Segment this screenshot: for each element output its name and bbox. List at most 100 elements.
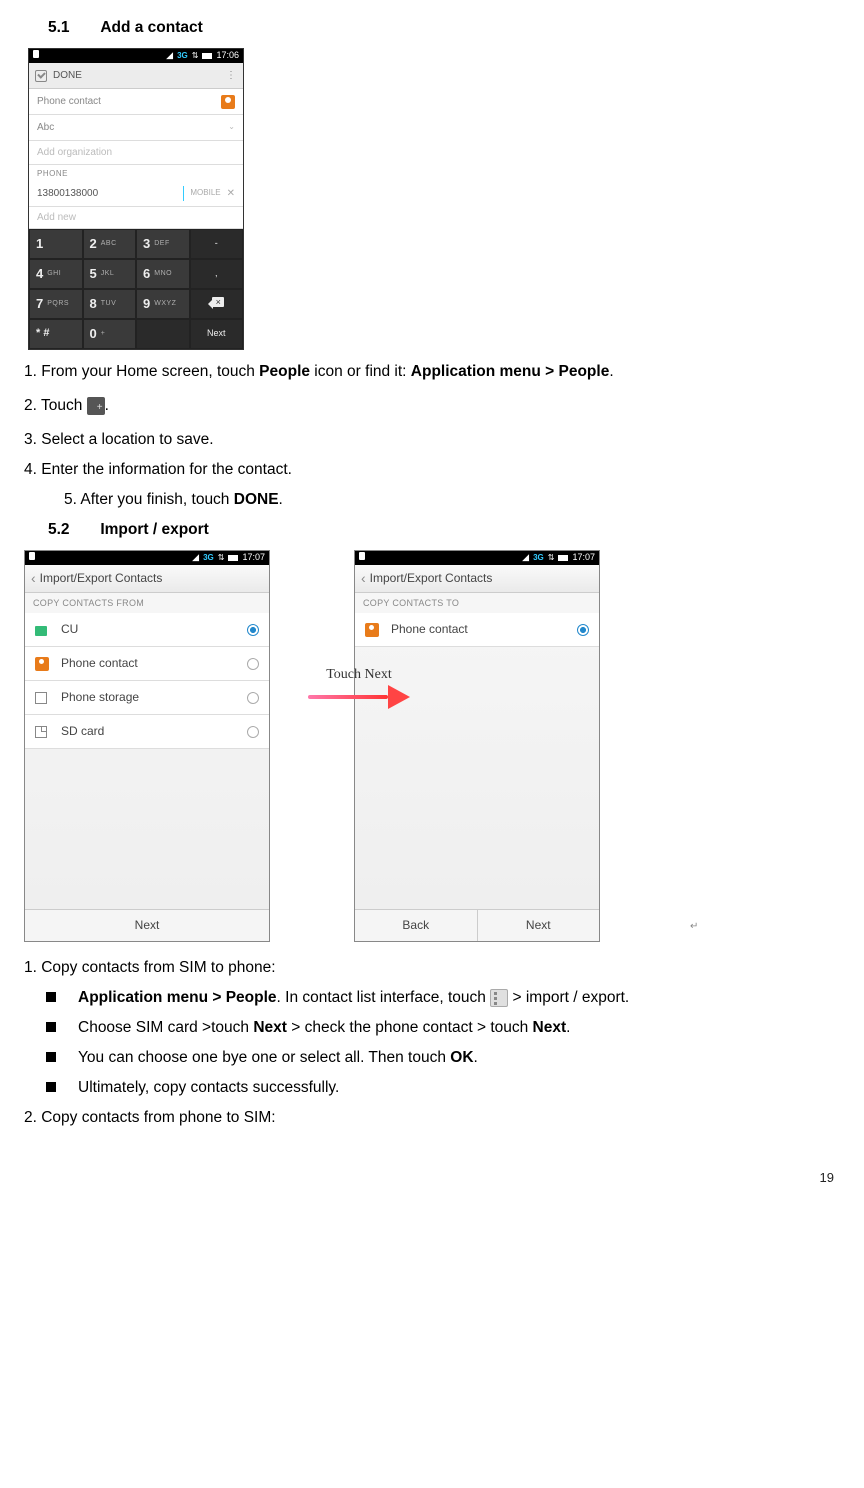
keypad-star-hash[interactable]: * # [29, 319, 83, 349]
keypad-dash[interactable]: - [190, 229, 244, 259]
phone-type-label[interactable]: MOBILE [190, 187, 220, 199]
bullet-item: Application menu > People. In contact li… [24, 986, 840, 1010]
bullet-square-icon [46, 992, 56, 1002]
add-org-label: Add organization [37, 145, 112, 161]
done-label: DONE [53, 68, 82, 84]
menu-icon [490, 989, 508, 1007]
section-number: 5.1 [48, 16, 96, 40]
touch-next-arrow: Touch Next [308, 664, 410, 704]
arrow-icon [308, 690, 410, 704]
empty-space [25, 749, 269, 909]
section-5-2-heading: 5.2 Import / export [48, 518, 840, 542]
back-button[interactable]: Back [355, 910, 477, 941]
keypad-8[interactable]: 8TUV [83, 289, 137, 319]
check-icon [35, 70, 47, 82]
step-2: 2. Copy contacts from phone to SIM: [24, 1106, 840, 1130]
screenshot-import-to: ◢ 3G ⇅ 17:07 ‹ Import/Export Contacts CO… [354, 550, 600, 942]
done-bar[interactable]: DONE ⋮ [29, 63, 243, 89]
next-button[interactable]: Next [478, 910, 600, 941]
next-button[interactable]: Next [25, 910, 269, 941]
signal-icon: ◢ [192, 551, 199, 565]
network-indicator: 3G [177, 50, 188, 62]
chevron-down-icon[interactable]: ⌄ [228, 121, 235, 133]
bullet-square-icon [46, 1082, 56, 1092]
keypad-1[interactable]: 1 [29, 229, 83, 259]
source-phone-storage[interactable]: Phone storage [25, 681, 269, 715]
person-icon [365, 623, 379, 637]
section-number: 5.2 [48, 518, 96, 542]
battery-icon [202, 53, 212, 59]
network-indicator: 3G [533, 552, 544, 564]
keypad-next[interactable]: Next [190, 319, 244, 349]
sd-card-icon [35, 726, 47, 738]
keypad: 1 2ABC 3DEF - 4GHI 5JKL 6MNO , 7PQRS 8TU… [29, 229, 243, 349]
instructions-5-1: 1. From your Home screen, touch People i… [24, 360, 840, 512]
name-input-row[interactable]: Abc ⌄ [29, 115, 243, 141]
contact-type-label: Phone contact [37, 94, 101, 110]
screenshot-import-from: ◢ 3G ⇅ 17:07 ‹ Import/Export Contacts CO… [24, 550, 270, 942]
source-label: Phone storage [61, 688, 139, 707]
copy-to-label: COPY CONTACTS TO [355, 593, 599, 613]
data-arrows-icon: ⇅ [218, 552, 225, 564]
status-bar: ◢ 3G ⇅ 17:07 [355, 551, 599, 565]
bullet-square-icon [46, 1022, 56, 1032]
section-title: Add a contact [100, 16, 202, 40]
dest-label: Phone contact [391, 620, 468, 639]
copy-from-label: COPY CONTACTS FROM [25, 593, 269, 613]
keypad-5[interactable]: 5JKL [83, 259, 137, 289]
bullet-square-icon [46, 1052, 56, 1062]
keypad-backspace[interactable] [190, 289, 244, 319]
status-time: 17:06 [216, 49, 239, 63]
keypad-9[interactable]: 9WXYZ [136, 289, 190, 319]
signal-icon: ◢ [522, 551, 529, 565]
screen-title-bar[interactable]: ‹ Import/Export Contacts [355, 565, 599, 593]
dest-phone-contact[interactable]: Phone contact [355, 613, 599, 647]
radio-checked-icon[interactable] [577, 624, 589, 636]
keypad-7[interactable]: 7PQRS [29, 289, 83, 319]
storage-icon [35, 692, 47, 704]
source-phone-contact[interactable]: Phone contact [25, 647, 269, 681]
add-organization-row[interactable]: Add organization [29, 141, 243, 165]
clear-icon[interactable]: ✕ [227, 186, 235, 202]
source-label: SD card [61, 722, 104, 741]
radio-unchecked-icon[interactable] [247, 658, 259, 670]
add-contact-icon [87, 397, 105, 415]
keypad-6[interactable]: 6MNO [136, 259, 190, 289]
keypad-0[interactable]: 0+ [83, 319, 137, 349]
source-label: CU [61, 620, 78, 639]
contact-type-row[interactable]: Phone contact [29, 89, 243, 115]
paragraph-mark: ↵ [690, 919, 698, 935]
step-3: 3. Select a location to save. [24, 428, 840, 452]
bottom-bar: Back Next [355, 909, 599, 941]
backspace-icon [208, 299, 224, 309]
keypad-3[interactable]: 3DEF [136, 229, 190, 259]
phone-section-label: PHONE [29, 165, 243, 181]
add-new-row[interactable]: Add new [29, 207, 243, 229]
bullet-item: Ultimately, copy contacts successfully. [24, 1076, 840, 1100]
keypad-4[interactable]: 4GHI [29, 259, 83, 289]
keypad-comma[interactable]: , [190, 259, 244, 289]
back-chevron-icon[interactable]: ‹ [361, 568, 366, 590]
step-1: 1. From your Home screen, touch People i… [24, 360, 840, 384]
screen-title-bar[interactable]: ‹ Import/Export Contacts [25, 565, 269, 593]
data-arrows-icon: ⇅ [192, 50, 199, 62]
source-label: Phone contact [61, 654, 138, 673]
back-chevron-icon[interactable]: ‹ [31, 568, 36, 590]
radio-checked-icon[interactable] [247, 624, 259, 636]
source-cu[interactable]: CU [25, 613, 269, 647]
keypad-2[interactable]: 2ABC [83, 229, 137, 259]
bottom-bar: Next [25, 909, 269, 941]
arrow-label: Touch Next [308, 664, 410, 686]
radio-unchecked-icon[interactable] [247, 726, 259, 738]
overflow-menu-icon[interactable]: ⋮ [226, 68, 237, 84]
radio-unchecked-icon[interactable] [247, 692, 259, 704]
screen-title: Import/Export Contacts [370, 569, 493, 588]
status-time: 17:07 [572, 551, 595, 565]
signal-icon: ◢ [166, 49, 173, 63]
source-sd-card[interactable]: SD card [25, 715, 269, 749]
phone-number-row[interactable]: 13800138000 MOBILE ✕ [29, 181, 243, 207]
step-4: 4. Enter the information for the contact… [24, 458, 840, 482]
screenshots-5-2: ◢ 3G ⇅ 17:07 ‹ Import/Export Contacts CO… [24, 550, 704, 942]
sim-signal-icon [359, 552, 365, 560]
status-bar: ◢ 3G ⇅ 17:06 [29, 49, 243, 63]
